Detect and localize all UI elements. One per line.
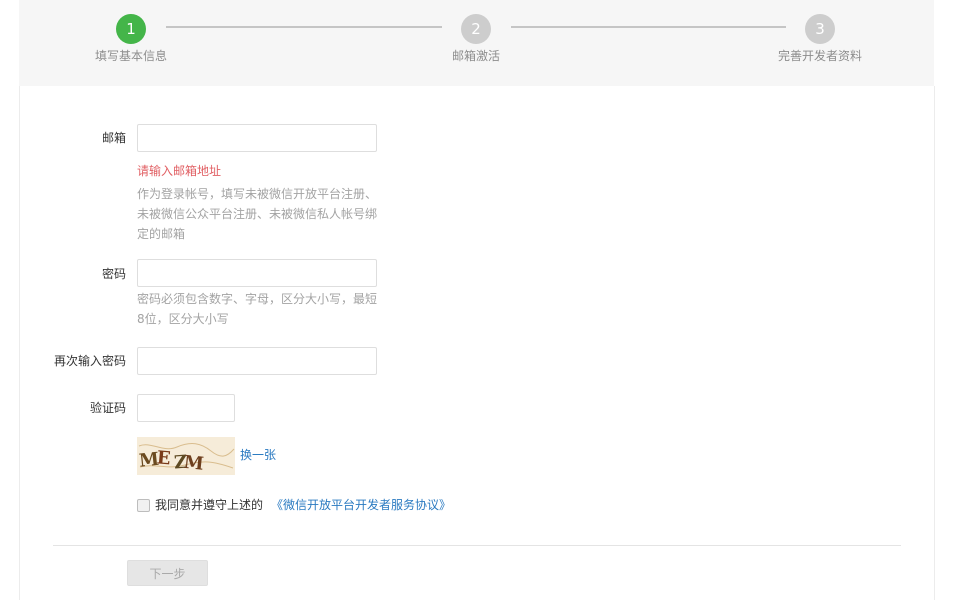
next-step-button[interactable]: 下一步 [127,560,208,586]
step-connector-2 [511,26,786,28]
footer-divider [53,545,901,546]
agreement-link[interactable]: 《微信开放平台开发者服务协议》 [271,496,451,514]
password-field[interactable] [137,259,377,287]
step-1-label: 填写基本信息 [94,49,167,63]
captcha-letter: E [156,447,172,469]
agreement-checkbox[interactable] [137,499,150,512]
step-progress-bar: 1 2 3 填写基本信息 邮箱激活 完善开发者资料 [19,0,934,86]
email-error-text: 请输入邮箱地址 [137,164,222,178]
password-hint-text: 密码必须包含数字、字母，区分大小写，最短8位，区分大小写 [137,292,378,326]
captcha-field[interactable] [137,394,235,422]
confirm-password-label: 再次输入密码 [53,354,126,368]
agreement-text: 我同意并遵守上述的 [155,498,264,512]
confirm-password-field[interactable] [137,347,377,375]
step-connector-1 [166,26,442,28]
email-label: 邮箱 [101,131,126,145]
step-2-label: 邮箱激活 [451,49,500,63]
password-label: 密码 [101,267,126,281]
captcha-letter: M [183,452,205,475]
refresh-captcha-link[interactable]: 换一张 [240,446,276,464]
captcha-label: 验证码 [89,401,126,415]
step-1-indicator: 1 [116,14,146,44]
email-hint-text: 作为登录帐号，填写未被微信开放平台注册、未被微信公众平台注册、未被微信私人帐号绑… [137,187,378,241]
step-3-indicator: 3 [805,14,835,44]
register-page: 1 2 3 填写基本信息 邮箱激活 完善开发者资料 邮箱 请输入邮箱地址 作为登… [0,0,955,600]
step-3-label: 完善开发者资料 [777,49,862,63]
captcha-image[interactable]: M E Z M [137,437,235,475]
step-2-indicator: 2 [461,14,491,44]
email-field[interactable] [137,124,377,152]
